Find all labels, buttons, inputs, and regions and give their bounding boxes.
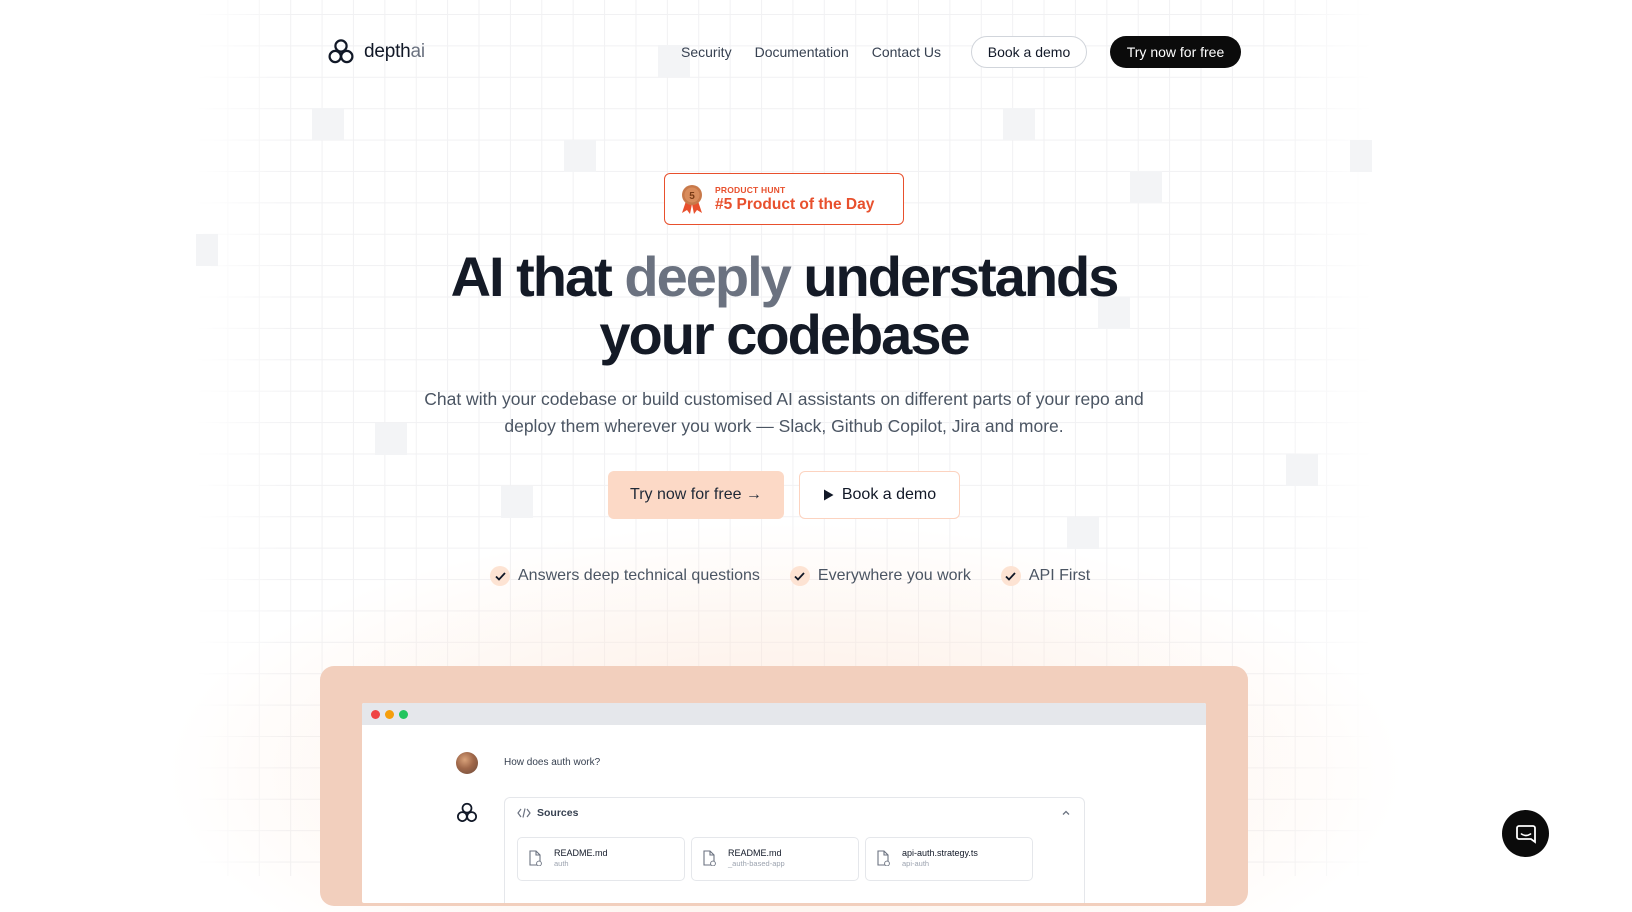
source-name: README.md xyxy=(554,848,608,858)
close-dot-icon xyxy=(371,709,380,719)
product-hunt-badge[interactable]: 5 PRODUCT HUNT #5 Product of the Day xyxy=(664,173,904,225)
nav-link-documentation[interactable]: Documentation xyxy=(755,44,849,60)
nav-link-security[interactable]: Security xyxy=(681,44,732,60)
badge-text: PRODUCT HUNT #5 Product of the Day xyxy=(715,185,874,214)
grid-cell-highlight xyxy=(312,108,344,140)
file-icon xyxy=(529,850,542,866)
grid-cell-highlight xyxy=(196,234,218,266)
sources-label: Sources xyxy=(537,807,579,819)
product-preview-window: How does auth work? Sources README.md au… xyxy=(362,703,1206,903)
feature-label: Answers deep technical questions xyxy=(518,567,760,584)
minimize-dot-icon xyxy=(385,709,394,719)
file-icon xyxy=(877,850,890,866)
source-item[interactable]: api-auth.strategy.ts api-auth xyxy=(865,837,1033,881)
logo-hexagons-icon xyxy=(328,39,354,64)
book-demo-button[interactable]: Book a demo xyxy=(799,471,960,519)
feature-item: Answers deep technical questions xyxy=(490,566,760,586)
grid-cell-highlight xyxy=(564,140,596,172)
source-item[interactable]: README.md _auth-based-app xyxy=(691,837,859,881)
nav-book-demo-button[interactable]: Book a demo xyxy=(971,36,1087,68)
grid-cell-highlight xyxy=(1003,108,1035,140)
medal-rank: 5 xyxy=(689,191,695,202)
code-icon xyxy=(517,808,531,818)
grid-cell-highlight xyxy=(501,486,533,518)
sources-header[interactable]: Sources xyxy=(517,807,578,819)
hero-title: AI that deeply understands your codebase xyxy=(334,248,1234,364)
feature-list: Answers deep technical questions Everywh… xyxy=(490,565,1090,587)
hero-title-part2: understands xyxy=(789,245,1119,308)
window-titlebar xyxy=(362,703,1206,725)
try-free-button[interactable]: Try now for free → xyxy=(608,471,784,519)
hero-title-line2: your codebase xyxy=(599,303,970,366)
sources-card: Sources README.md auth README.md _auth-b… xyxy=(504,797,1085,903)
nav-links: Security Documentation Contact Us xyxy=(681,36,941,68)
source-item[interactable]: README.md auth xyxy=(517,837,685,881)
grid-cell-highlight xyxy=(375,423,407,455)
avatar xyxy=(456,752,478,774)
book-demo-label: Book a demo xyxy=(841,486,937,503)
chat-question: How does auth work? xyxy=(504,757,601,768)
file-icon xyxy=(703,850,716,866)
check-icon xyxy=(1000,566,1021,586)
chevron-up-icon[interactable] xyxy=(1060,807,1072,819)
brand-logo[interactable]: depthai xyxy=(326,37,425,67)
bot-logo-icon xyxy=(456,802,477,822)
play-icon xyxy=(823,489,834,501)
nav-try-free-button[interactable]: Try now for free xyxy=(1110,36,1241,68)
check-icon xyxy=(490,566,510,586)
source-name: README.md xyxy=(728,848,782,858)
source-path: auth xyxy=(554,859,569,868)
feature-label: Everywhere you work xyxy=(817,567,971,584)
check-icon xyxy=(789,566,810,586)
hero-subtitle: Chat with your codebase or build customi… xyxy=(424,389,1144,436)
grid-cell-highlight xyxy=(1286,454,1318,486)
badge-title: #5 Product of the Day xyxy=(715,195,875,213)
grid-cell-highlight xyxy=(1350,140,1372,172)
source-name: api-auth.strategy.ts xyxy=(902,848,978,858)
feature-item: API First xyxy=(1000,566,1091,586)
feature-label: API First xyxy=(1028,567,1091,584)
feature-item: Everywhere you work xyxy=(789,566,971,586)
badge-kicker: PRODUCT HUNT xyxy=(715,184,786,195)
maximize-dot-icon xyxy=(399,709,408,719)
logo-wordmark: depthai xyxy=(364,41,425,62)
hero-title-accent: deeply xyxy=(624,245,791,308)
source-path: api-auth xyxy=(902,859,930,868)
medal-icon: 5 xyxy=(682,185,702,214)
grid-cell-highlight xyxy=(1130,171,1162,203)
chat-icon xyxy=(1515,824,1536,844)
chat-launcher-button[interactable] xyxy=(1502,810,1549,857)
source-path: _auth-based-app xyxy=(728,859,785,868)
nav-link-contact[interactable]: Contact Us xyxy=(872,44,941,60)
hero-title-part1: AI that xyxy=(450,245,625,308)
